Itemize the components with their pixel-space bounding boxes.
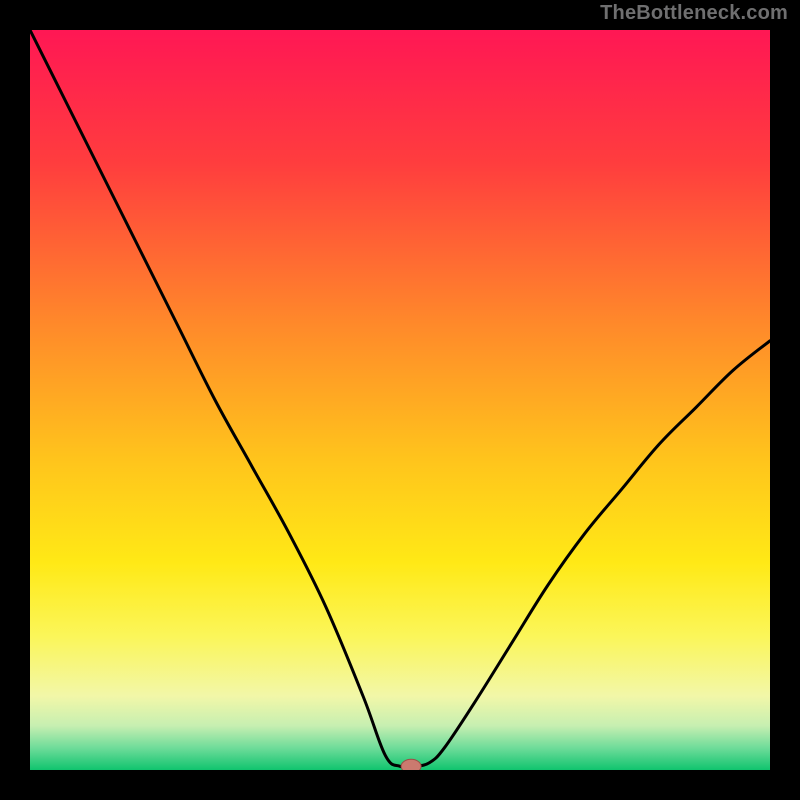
chart-frame: { "attribution": "TheBottleneck.com", "c…	[0, 0, 800, 800]
bottleneck-chart	[30, 30, 770, 770]
chart-background	[30, 30, 770, 770]
optimal-point-marker	[401, 759, 421, 770]
attribution-text: TheBottleneck.com	[600, 2, 788, 25]
